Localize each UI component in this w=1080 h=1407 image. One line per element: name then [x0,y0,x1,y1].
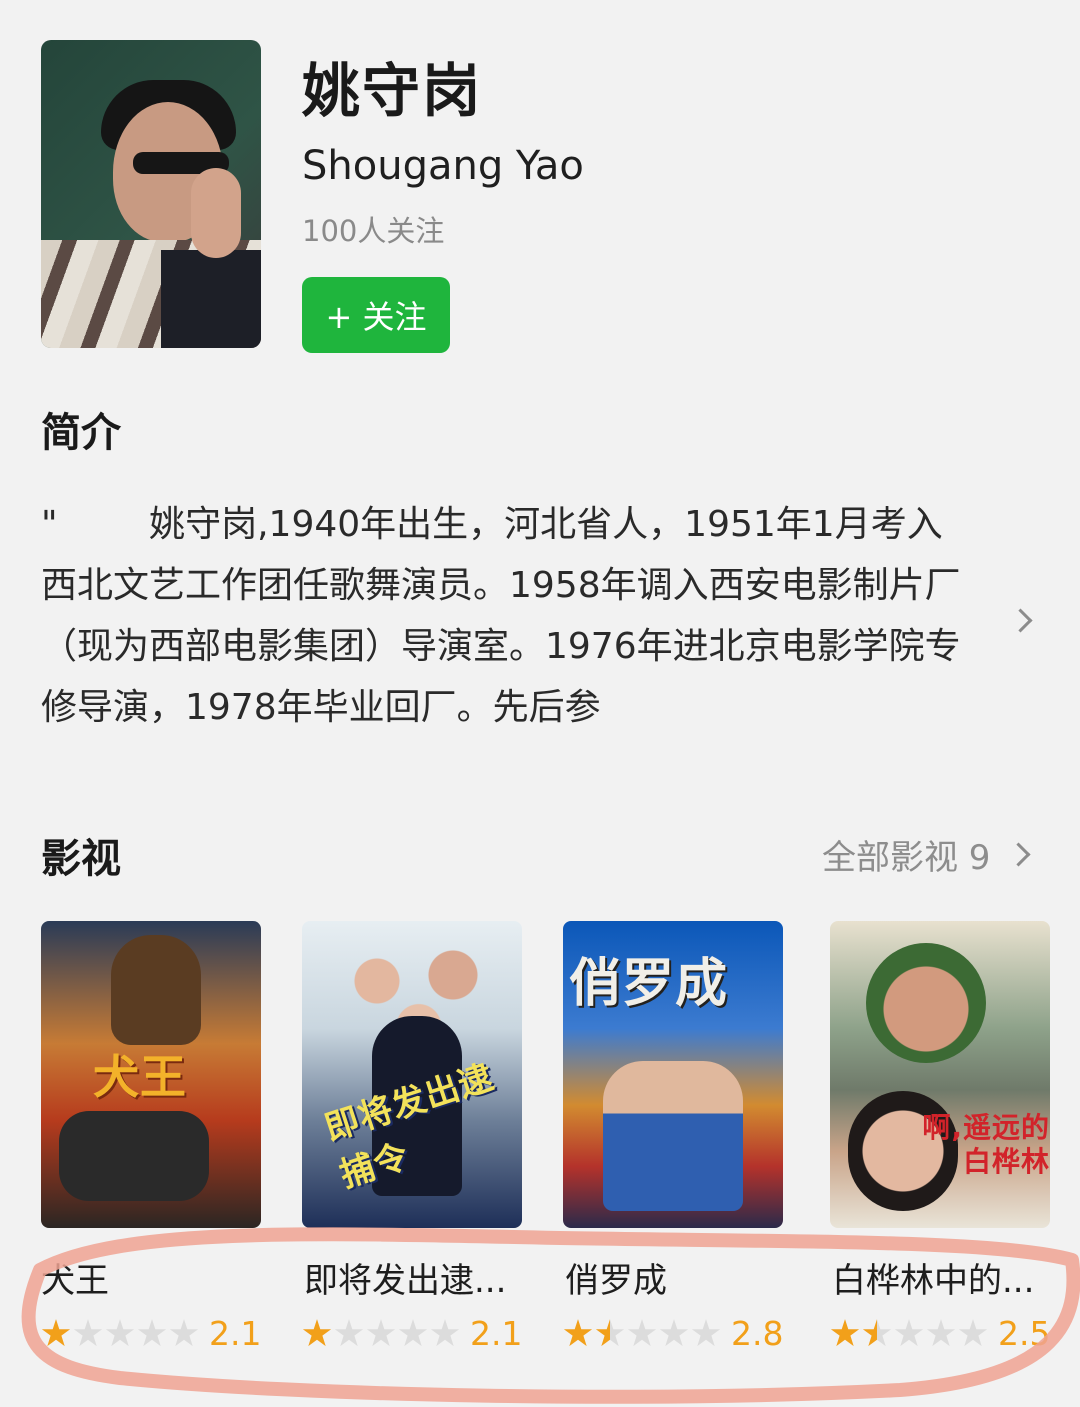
star-icon [137,1319,167,1347]
star-icon [430,1319,460,1347]
intro-text[interactable]: " 姚守岗,1940年出生，河北省人，1951年1月考入西北文艺工作团任歌舞演员… [41,494,971,738]
actor-name-cn: 姚守岗 [302,57,483,125]
star-icon [563,1319,593,1347]
chevron-right-icon[interactable] [1008,608,1033,633]
star-icon [105,1319,135,1347]
poster-title-text: 犬王 [93,1050,187,1104]
poster-jijiangfachu[interactable]: 即将发出逮捕令 [302,921,522,1228]
rating: 2.5 [830,1314,1050,1353]
star-rating [302,1319,460,1349]
intro-section-title: 简介 [41,410,121,456]
media-item-title[interactable]: 即将发出逮... [304,1253,506,1302]
star-icon [73,1319,103,1347]
star-rating [41,1319,199,1349]
poster-quanwang[interactable]: 犬王 [41,921,261,1228]
all-media-label: 全部影视 9 [822,838,991,878]
media-section-title: 影视 [41,836,121,882]
rating-score: 2.8 [731,1314,784,1353]
poster-soldier-art [866,943,986,1063]
rating: 2.1 [41,1314,261,1353]
star-icon [958,1319,988,1347]
star-icon [595,1319,625,1347]
star-icon [302,1319,332,1347]
rating: 2.8 [563,1314,783,1353]
follow-button[interactable]: + 关注 [302,277,450,353]
star-icon [926,1319,956,1347]
all-media-link[interactable]: 全部影视 9 [822,830,1031,879]
poster-soldier-art [59,1111,209,1201]
actor-name-en: Shougang Yao [302,143,584,189]
poster-dog-art [111,935,201,1045]
media-item-title[interactable]: 白桦林中的... [832,1253,1034,1302]
star-rating [830,1319,988,1349]
poster-baihualin[interactable]: 啊,遥远的白桦林 [830,921,1050,1228]
rating-score: 2.5 [998,1314,1051,1353]
star-icon [659,1319,689,1347]
media-item-title[interactable]: 俏罗成 [565,1253,667,1302]
chevron-right-icon [1006,842,1031,867]
rating-score: 2.1 [470,1314,523,1353]
star-icon [398,1319,428,1347]
star-icon [41,1319,71,1347]
rating: 2.1 [302,1314,522,1353]
photo-hand [191,168,241,258]
actor-photo[interactable] [41,40,261,348]
star-icon [862,1319,892,1347]
star-icon [366,1319,396,1347]
photo-coat [161,250,261,348]
star-icon [169,1319,199,1347]
star-icon [691,1319,721,1347]
rating-score: 2.1 [209,1314,262,1353]
follower-count: 100人关注 [302,214,445,248]
star-rating [563,1319,721,1349]
poster-title-text: 啊,遥远的白桦林 [922,1111,1050,1178]
poster-figure-art [603,1061,743,1211]
follow-button-label: + 关注 [325,298,427,336]
star-icon [334,1319,364,1347]
star-icon [894,1319,924,1347]
poster-title-text: 俏罗成 [569,954,729,1014]
poster-qiaoluocheng[interactable]: 俏罗成 [563,921,783,1228]
hand-drawn-highlight [21,1227,1080,1404]
media-item-title[interactable]: 犬王 [41,1253,109,1302]
star-icon [830,1319,860,1347]
star-icon [627,1319,657,1347]
